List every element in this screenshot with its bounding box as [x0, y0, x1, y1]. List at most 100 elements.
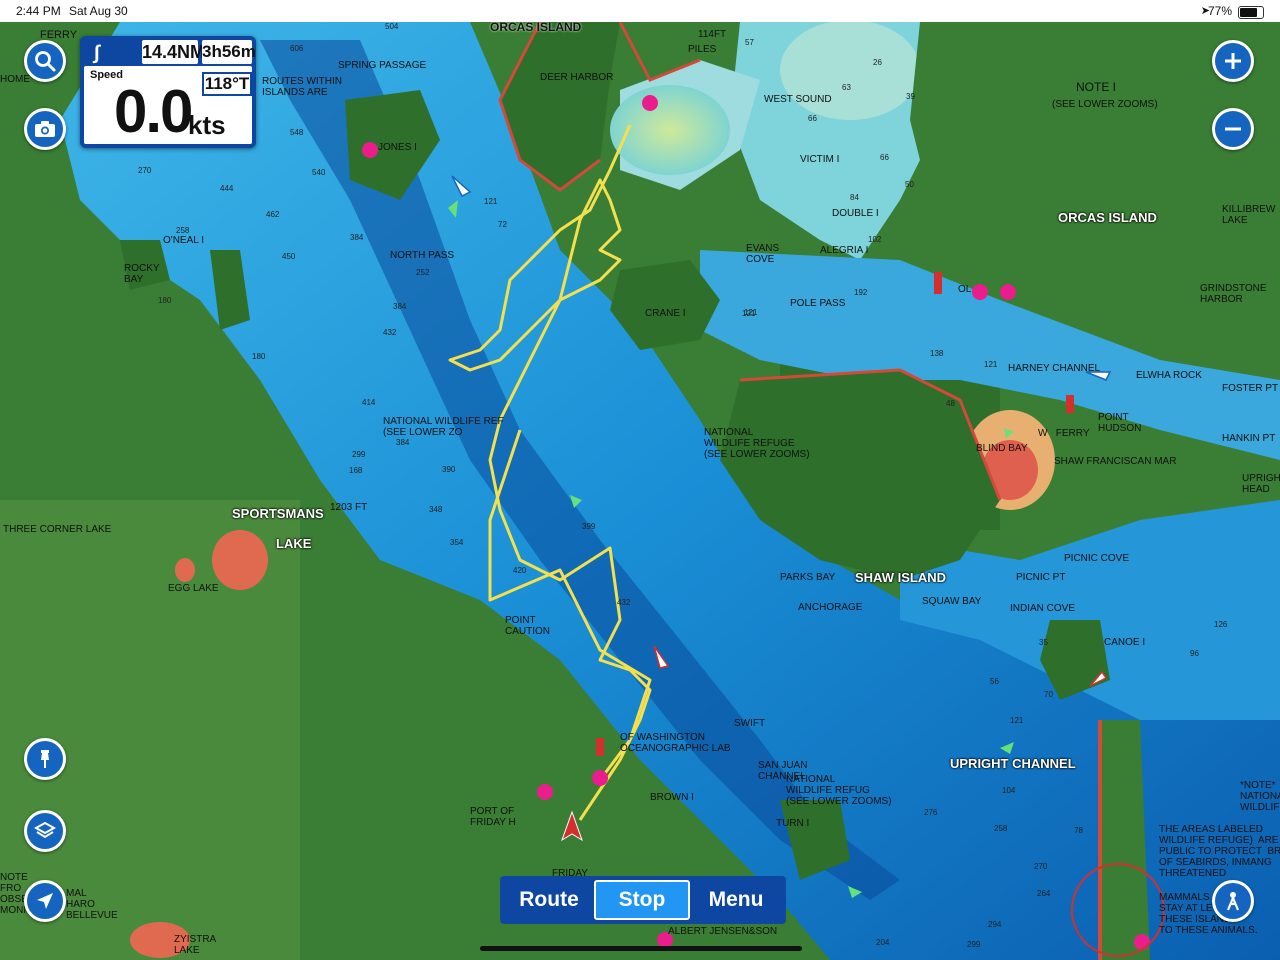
label-shaw-franciscan: SHAW FRANCISCAN MAR — [1054, 456, 1177, 467]
heading-readout: 118°T — [202, 72, 252, 96]
depth-sounding: 270 — [1034, 862, 1048, 871]
label-rocky-bay: ROCKY BAY — [124, 263, 160, 285]
nav-buoy-red — [934, 272, 942, 294]
label-see-lower-zooms: (SEE LOWER ZOOMS) — [1052, 99, 1158, 110]
depth-sounding: 121 — [484, 197, 498, 206]
layers-button[interactable] — [24, 810, 66, 852]
depth-sounding: 432 — [617, 598, 631, 607]
label-foster-pt: FOSTER PT — [1222, 383, 1279, 394]
speed-value: 0.0 — [114, 78, 193, 145]
label-crane-island: CRANE I — [645, 308, 686, 319]
depth-sounding: 96 — [1190, 649, 1199, 658]
marina-marker — [642, 95, 658, 111]
route-button[interactable]: Route — [504, 880, 594, 920]
depth-sounding: 384 — [350, 233, 364, 242]
depth-sounding: 35 — [1039, 638, 1048, 647]
depth-sounding: 276 — [924, 808, 938, 817]
label-zyistra-lake: ZYISTRA LAKE — [174, 934, 217, 956]
label-1203ft: 1203 FT — [330, 502, 368, 513]
label-nwr-low: NATIONAL WILDLIFE REFUG (SEE LOWER ZOOMS… — [786, 774, 892, 807]
depth-sounding: 70 — [1044, 690, 1053, 699]
track-control-bar: Route Stop Menu — [500, 876, 786, 924]
depth-sounding: 444 — [220, 184, 234, 193]
distance-readout: 14.4NM — [142, 40, 206, 64]
depth-sounding: 84 — [850, 193, 859, 202]
depth-sounding: 258 — [994, 824, 1008, 833]
depth-sounding: 39 — [906, 92, 915, 101]
depth-sounding: 126 — [1214, 620, 1228, 629]
depth-sounding: 78 — [1074, 826, 1083, 835]
label-nwr-mid: NATIONAL WILDLIFE REFUGE (SEE LOWER ZOOM… — [704, 427, 810, 460]
nav-buoy-red — [1066, 395, 1074, 413]
depth-sounding: 348 — [429, 505, 443, 514]
camera-button[interactable] — [24, 108, 66, 150]
depth-sounding: 414 — [362, 398, 376, 407]
label-killibrew-lake: KILLIBREW LAKE — [1222, 204, 1276, 226]
depth-sounding: 121 — [1010, 716, 1024, 725]
depth-sounding: 121 — [984, 360, 998, 369]
zoom-in-icon — [1225, 53, 1241, 69]
depth-sounding: 138 — [930, 349, 944, 358]
depth-sounding: 354 — [450, 538, 464, 547]
status-date: Sat Aug 30 — [69, 4, 128, 18]
depth-sounding: 258 — [176, 226, 190, 235]
label-picnic-cove: PICNIC COVE — [1064, 553, 1130, 564]
menu-button[interactable]: Menu — [690, 880, 782, 920]
label-home: HOME — [0, 74, 30, 85]
label-brown-island: BROWN I — [650, 792, 694, 803]
label-piles: PILES — [688, 44, 717, 55]
depth-sounding: 180 — [158, 296, 172, 305]
label-parks-bay: PARKS BAY — [780, 572, 836, 583]
zoom-out-button[interactable] — [1212, 108, 1254, 150]
label-deer-harbor: DEER HARBOR — [540, 72, 614, 83]
home-indicator[interactable] — [480, 946, 802, 951]
person-overlay-icon — [1226, 892, 1240, 911]
depth-sounding: 299 — [352, 450, 366, 459]
marina-marker — [362, 142, 378, 158]
label-wasp-ferry: W FERRY — [1038, 428, 1090, 439]
label-north-pass: NORTH PASS — [390, 250, 455, 261]
depth-sounding: 56 — [990, 677, 999, 686]
label-areas-labeled: THE AREAS LABELED WILDLIFE REFUGE) ARE P… — [1159, 824, 1280, 879]
search-icon — [35, 51, 56, 72]
depth-sounding: 540 — [312, 168, 326, 177]
search-button[interactable] — [24, 40, 66, 82]
label-orcas-island-top: ORCAS ISLAND — [490, 20, 582, 34]
depth-sounding: 66 — [808, 114, 817, 123]
trip-info-panel[interactable]: ∫ 14.4NM 3h56m Speed 0.0 kts 118°T — [80, 36, 256, 148]
depth-sounding: 168 — [349, 466, 363, 475]
sportsmans-lake — [212, 530, 268, 590]
depth-sounding: 121 — [744, 308, 758, 317]
egg-lake — [175, 558, 195, 582]
depth-sounding: 264 — [1037, 889, 1051, 898]
location-button[interactable] — [24, 880, 66, 922]
depth-sounding: 192 — [854, 288, 868, 297]
person-overlay-button[interactable] — [1212, 880, 1254, 922]
label-hankin-pt: HANKIN PT — [1222, 433, 1276, 444]
depth-sounding: 450 — [282, 252, 296, 261]
label-nwr-left: NATIONAL WILDLIFE REF (SEE LOWER ZO — [383, 416, 504, 438]
battery-icon — [1238, 6, 1264, 19]
label-note-i: NOTE I — [1076, 80, 1117, 94]
depth-sounding: 504 — [385, 22, 399, 31]
shoal-west-sound — [780, 20, 920, 120]
marina-marker — [972, 284, 988, 300]
label-evans-cove: EVANS COVE — [746, 243, 780, 265]
label-point-caution: POINT CAUTION — [505, 615, 550, 637]
depth-sounding: 270 — [138, 166, 152, 175]
pin-button[interactable] — [24, 738, 66, 780]
depth-sounding: 606 — [290, 44, 304, 53]
marina-marker — [537, 784, 553, 800]
label-indian-cove: INDIAN COVE — [1010, 603, 1076, 614]
label-west-sound: WEST SOUND — [764, 94, 832, 105]
depth-sounding: 204 — [876, 938, 890, 947]
zoom-in-button[interactable] — [1212, 40, 1254, 82]
camera-icon — [35, 121, 55, 137]
ios-status-bar: 2:44 PM Sat Aug 30 ➤ 77% — [0, 0, 1280, 22]
label-note-nwr: *NOTE* NATIONAL WILDLIFE REF — [1240, 780, 1280, 813]
label-grindstone-harbor: GRINDSTONE HARBOR — [1200, 283, 1267, 305]
stop-button[interactable]: Stop — [594, 880, 690, 920]
location-arrow-icon — [37, 893, 53, 909]
depth-sounding: 50 — [905, 180, 914, 189]
label-swift: SWIFT — [734, 718, 766, 729]
